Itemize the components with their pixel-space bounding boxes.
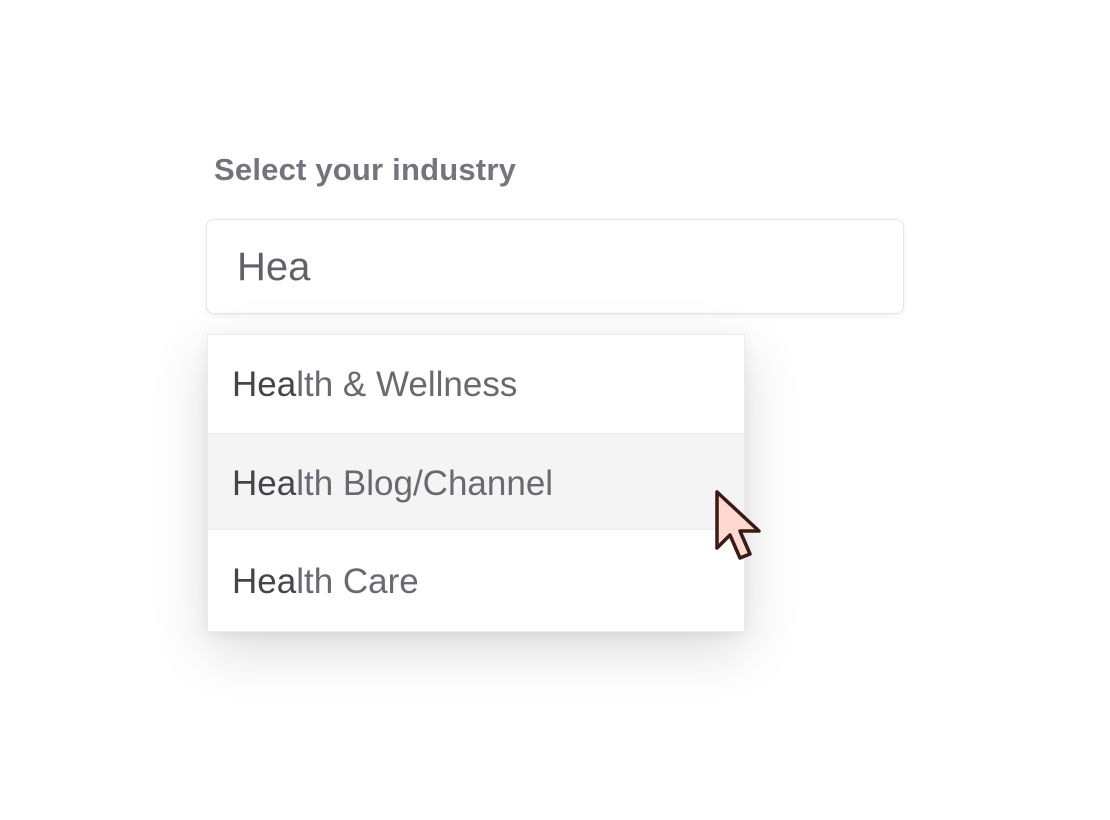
pointer-cursor-icon xyxy=(715,490,761,560)
option-match-text: Hea xyxy=(232,562,297,601)
industry-option-label: Health Care xyxy=(232,562,419,602)
industry-search-input-value: Hea xyxy=(237,245,311,289)
industry-select-widget: Select your industry Hea Health & Wellne… xyxy=(0,0,1110,820)
industry-option-health-blog-channel[interactable]: Health Blog/Channel xyxy=(208,433,744,530)
option-match-text: Hea xyxy=(232,365,297,404)
option-rest-text: lth & Wellness xyxy=(296,365,518,404)
option-rest-text: lth Blog/Channel xyxy=(296,464,554,503)
industry-option-health-care[interactable]: Health Care xyxy=(208,532,744,629)
option-match-text: Hea xyxy=(232,464,297,503)
industry-search-input[interactable]: Hea xyxy=(206,219,904,314)
industry-option-health-wellness[interactable]: Health & Wellness xyxy=(208,335,744,432)
industry-option-label: Health Blog/Channel xyxy=(232,464,553,504)
option-rest-text: lth Care xyxy=(296,562,419,601)
industry-option-label: Health & Wellness xyxy=(232,365,517,405)
industry-suggestions-dropdown: Health & Wellness Health Blog/Channel He… xyxy=(207,334,745,632)
industry-field-label: Select your industry xyxy=(214,152,517,187)
